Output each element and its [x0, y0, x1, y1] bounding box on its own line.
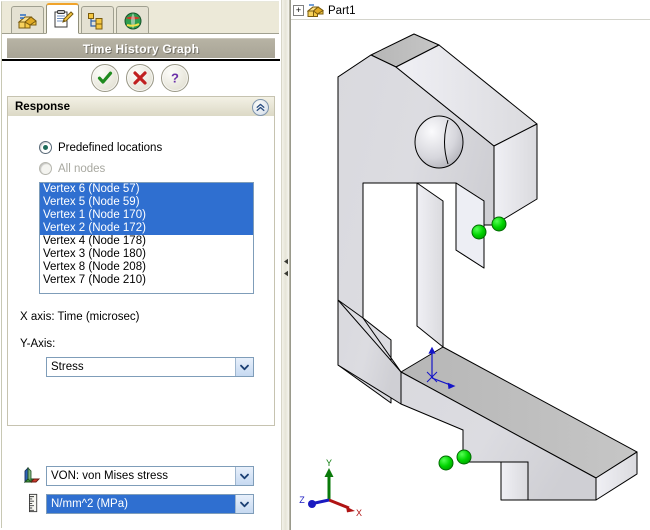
- help-button[interactable]: ?: [161, 64, 189, 92]
- svg-text:?: ?: [171, 71, 179, 86]
- triad-x-label: X: [356, 508, 362, 518]
- list-item[interactable]: Vertex 3 (Node 180): [40, 248, 253, 261]
- radio-all-nodes-label: All nodes: [58, 162, 106, 175]
- chevron-down-glyph: [240, 473, 249, 479]
- list-item[interactable]: Vertex 6 (Node 57): [40, 183, 253, 196]
- tab-strip-underline: [2, 33, 279, 34]
- units-value: N/mm^2 (MPa): [47, 495, 235, 513]
- question-mark-icon: ?: [171, 71, 179, 86]
- vertex-marker: [438, 455, 454, 471]
- vertex-marker: [491, 216, 507, 232]
- node-list-box[interactable]: Vertex 6 (Node 57) Vertex 5 (Node 59) Ve…: [39, 182, 254, 294]
- ok-button[interactable]: [91, 64, 119, 92]
- y-axis-type-select[interactable]: Stress: [46, 357, 254, 377]
- configuration-manager-tab[interactable]: [81, 6, 114, 34]
- list-item[interactable]: Vertex 1 (Node 170): [40, 209, 253, 222]
- radio-predefined-label: Predefined locations: [58, 141, 163, 154]
- response-body: Predefined locations All nodes Vertex 6 …: [8, 116, 274, 425]
- radio-predefined-indicator: [39, 141, 52, 154]
- double-chevron-up-icon[interactable]: [252, 99, 269, 116]
- splitter-arrow-left-icon[interactable]: [283, 270, 290, 277]
- check-icon: [97, 71, 113, 84]
- list-item[interactable]: Vertex 7 (Node 210): [40, 274, 253, 287]
- y-axis-type-value: Stress: [51, 361, 84, 373]
- graphics-viewport[interactable]: + Part1 Y X Z: [290, 0, 650, 530]
- chevron-up-glyph: [256, 103, 265, 112]
- part-3d-model[interactable]: Y X Z: [291, 0, 650, 530]
- stress-plot-icon: [23, 466, 41, 484]
- part-feature-tree-icon: [17, 13, 37, 28]
- x-axis-label: X axis: Time (microsec): [20, 311, 140, 323]
- vertex-marker: [456, 449, 472, 465]
- panel-splitter[interactable]: [281, 0, 290, 530]
- chevron-down-icon[interactable]: [235, 358, 253, 376]
- radio-all-nodes-indicator: [39, 162, 52, 175]
- view-orientation-triad: Y X Z: [299, 458, 362, 518]
- response-header: Response: [8, 97, 274, 117]
- title-divider: [2, 59, 280, 61]
- units-select[interactable]: N/mm^2 (MPa): [46, 494, 254, 514]
- chevron-down-icon[interactable]: [235, 467, 253, 485]
- solidworks-window: Time History Graph ? Response Predefined…: [0, 0, 650, 530]
- chevron-down-icon[interactable]: [235, 495, 253, 513]
- property-manager-tab[interactable]: [46, 3, 79, 34]
- panel-action-buttons: ?: [0, 62, 280, 94]
- page-title: Time History Graph: [82, 41, 200, 56]
- response-header-label: Response: [15, 100, 70, 113]
- clipboard-pencil-icon: [54, 10, 74, 28]
- splitter-arrow-left-icon[interactable]: [283, 258, 290, 265]
- feature-manager-tab[interactable]: [11, 6, 44, 34]
- display-manager-tab[interactable]: [116, 6, 149, 34]
- manager-tab-strip: [2, 2, 279, 34]
- close-icon: [133, 71, 147, 85]
- y-axis-label: Y-Axis:: [20, 338, 56, 350]
- panel-title-bar: Time History Graph: [7, 38, 275, 58]
- stress-quantity-value: VON: von Mises stress: [51, 470, 168, 482]
- list-item[interactable]: Vertex 2 (Node 172): [40, 222, 253, 235]
- cancel-button[interactable]: [126, 64, 154, 92]
- response-group-box: Response Predefined locations All nodes: [7, 96, 275, 514]
- vertex-marker: [471, 224, 487, 240]
- list-item[interactable]: Vertex 8 (Node 208): [40, 261, 253, 274]
- radio-all-nodes: All nodes: [39, 162, 105, 175]
- radio-predefined-locations[interactable]: Predefined locations: [39, 141, 162, 154]
- chevron-down-glyph: [240, 501, 249, 507]
- stress-quantity-select[interactable]: VON: von Mises stress: [46, 466, 254, 486]
- triad-z-label: Z: [299, 495, 305, 505]
- ruler-icon: [29, 493, 38, 513]
- list-item[interactable]: Vertex 5 (Node 59): [40, 196, 253, 209]
- property-manager-panel: Time History Graph ? Response Predefined…: [0, 0, 283, 530]
- chevron-down-glyph: [240, 364, 249, 370]
- triad-y-label: Y: [326, 458, 332, 468]
- list-item[interactable]: Vertex 4 (Node 178): [40, 235, 253, 248]
- globe-render-icon: [124, 12, 141, 29]
- configuration-tree-icon: [87, 12, 102, 29]
